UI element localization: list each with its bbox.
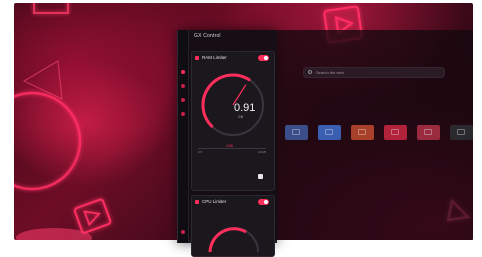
cpu-limiter-toggle[interactable]: [258, 199, 269, 205]
speed-dial-icon: [391, 129, 399, 135]
ram-gauge[interactable]: [196, 68, 270, 142]
ram-limiter-card: RAM Limiter 0.91 GB 0.5 16GB 1GB: [191, 51, 275, 191]
search-bar[interactable]: Search the web: [303, 67, 445, 78]
neon-triangle-upper-left: [22, 60, 63, 100]
neon-play-tile-bottom: [73, 198, 112, 234]
ram-option-checkbox[interactable]: [258, 174, 263, 179]
sidebar-rail: [178, 30, 189, 243]
ram-limiter-title: RAM Limiter: [202, 55, 227, 60]
speed-dial-tile[interactable]: [450, 125, 473, 140]
sidebar-rail-item[interactable]: [181, 70, 185, 74]
speed-dial-tile[interactable]: [285, 125, 308, 140]
speed-dial-tile[interactable]: [318, 125, 341, 140]
gx-control-panel: GX Control RAM Limiter 0.91 GB 0.5 16GB …: [177, 30, 277, 257]
cpu-limiter-title: CPU Limiter: [202, 199, 227, 204]
sidebar-rail-item[interactable]: [181, 230, 185, 234]
range-min-label: 0.5: [198, 150, 203, 154]
neon-circle-left: [14, 91, 82, 191]
speed-dial-tile[interactable]: [351, 125, 374, 140]
neon-blob-bottom: [16, 228, 92, 240]
ram-range-slider[interactable]: [198, 148, 266, 149]
speed-dial-tile[interactable]: [384, 125, 407, 140]
sidebar-rail-item[interactable]: [181, 98, 185, 102]
speed-dial-icon: [292, 129, 300, 135]
speed-dial-icon: [325, 129, 333, 135]
neon-square-top-left: [33, 3, 69, 14]
search-placeholder: Search the web: [316, 70, 344, 75]
cpu-icon: [195, 200, 199, 204]
sidebar-rail-item[interactable]: [181, 112, 185, 116]
ram-gauge-unit: GB: [238, 115, 244, 119]
ram-gauge-value: 0.91: [234, 102, 256, 114]
range-max-label: 16GB: [258, 150, 266, 154]
panel-title: GX Control: [194, 33, 221, 39]
browser-start-page: Search the web: [277, 30, 473, 240]
ram-icon: [195, 56, 199, 60]
ram-limiter-toggle[interactable]: [258, 55, 269, 61]
speed-dial-icon: [358, 129, 366, 135]
speed-dial-icon: [457, 129, 465, 135]
sidebar-rail-item[interactable]: [181, 84, 185, 88]
speed-dial-tile[interactable]: [417, 125, 440, 140]
search-icon: [308, 70, 312, 74]
cpu-gauge[interactable]: [206, 214, 262, 254]
cpu-limiter-card: CPU Limiter: [191, 195, 275, 257]
speed-dial-icon: [424, 129, 432, 135]
